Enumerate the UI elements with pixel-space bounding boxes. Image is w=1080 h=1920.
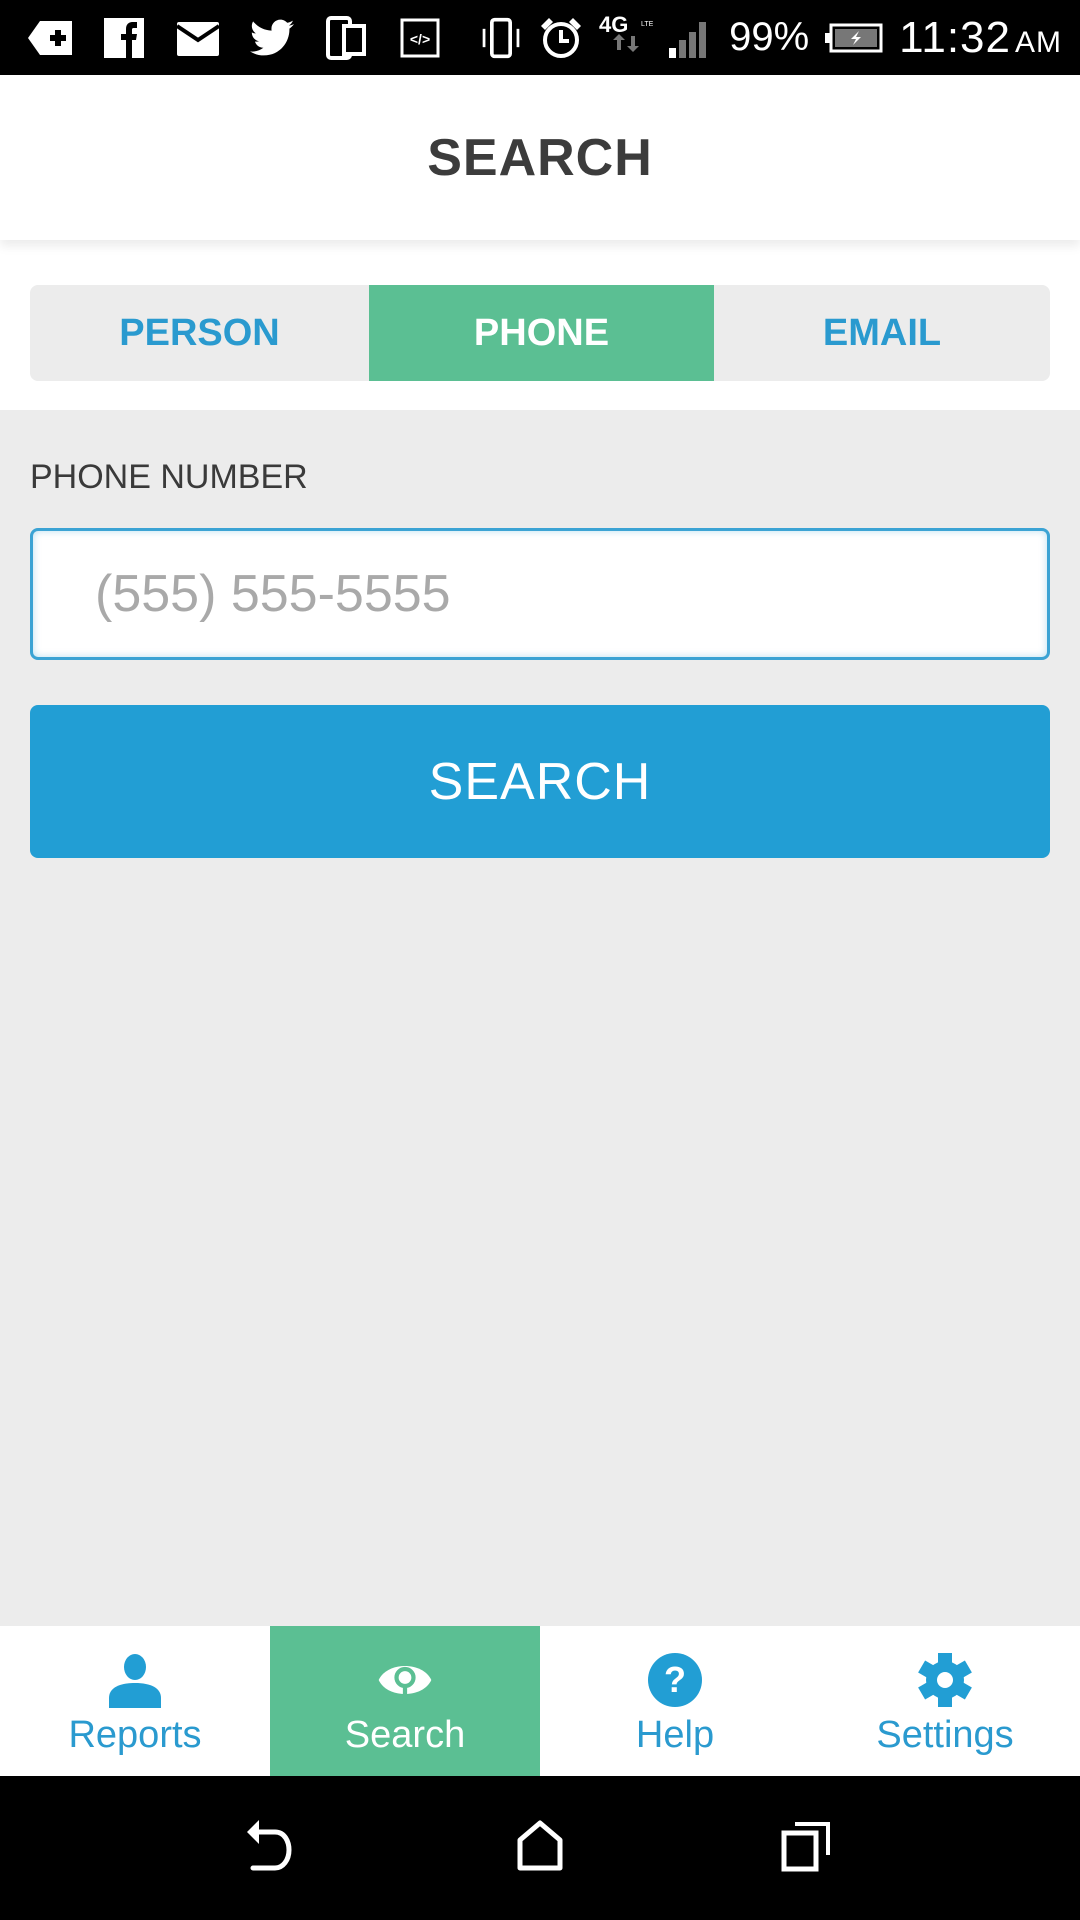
phone-number-label: PHONE NUMBER <box>30 458 308 496</box>
tab-help[interactable]: ? Help <box>540 1626 810 1776</box>
clock-ampm: AM <box>1015 25 1062 59</box>
back-button[interactable] <box>233 1808 313 1888</box>
tab-settings-label: Settings <box>876 1714 1014 1756</box>
screen: </> 4G LTE 99% 11:32 AM SEARCH PERSON PH… <box>0 0 1080 1920</box>
battery-charging-icon <box>825 16 883 60</box>
signal-icon <box>669 16 713 60</box>
tab-phone[interactable]: PHONE <box>369 285 714 381</box>
clock-time: 11:32 <box>899 12 1011 62</box>
tab-person[interactable]: PERSON <box>30 285 369 381</box>
home-icon <box>516 1820 564 1877</box>
svg-text:4G: 4G <box>599 12 628 37</box>
bottom-tab-bar: Reports Search ? Help Settings <box>0 1626 1080 1776</box>
tab-reports-label: Reports <box>68 1714 202 1756</box>
search-type-area: PERSON PHONE EMAIL <box>0 240 1080 410</box>
tab-search-label: Search <box>344 1714 466 1756</box>
recents-icon <box>781 1820 833 1877</box>
svg-text:</>: </> <box>410 31 430 47</box>
eye-search-icon <box>377 1652 433 1708</box>
battery-percent: 99% <box>729 15 810 59</box>
4g-lte-icon: 4G LTE <box>599 12 653 60</box>
add-tag-icon <box>28 16 72 60</box>
vibrate-icon <box>479 16 523 60</box>
search-type-segment: PERSON PHONE EMAIL <box>30 285 1050 381</box>
system-nav-bar <box>0 1776 1080 1920</box>
search-button[interactable]: SEARCH <box>30 705 1050 858</box>
tab-settings[interactable]: Settings <box>810 1626 1080 1776</box>
tab-reports[interactable]: Reports <box>0 1626 270 1776</box>
svg-text:?: ? <box>664 1659 686 1700</box>
home-button[interactable] <box>500 1808 580 1888</box>
back-icon <box>245 1819 301 1877</box>
notification-icons: </> <box>28 15 442 60</box>
app-header: SEARCH <box>0 75 1080 240</box>
phone-number-input[interactable] <box>30 528 1050 660</box>
tab-search[interactable]: Search <box>270 1626 540 1776</box>
mail-icon <box>176 16 220 60</box>
tab-email[interactable]: EMAIL <box>714 285 1050 381</box>
page-title: SEARCH <box>427 128 653 187</box>
status-bar: </> 4G LTE 99% 11:32 AM <box>0 0 1080 75</box>
help-icon: ? <box>647 1652 703 1708</box>
recents-button[interactable] <box>767 1808 847 1888</box>
code-icon: </> <box>398 16 442 60</box>
tab-help-label: Help <box>635 1714 715 1756</box>
system-icons: 4G LTE 99% 11:32 AM <box>479 12 1062 63</box>
facebook-icon <box>102 16 146 60</box>
person-icon <box>107 1652 163 1708</box>
gear-icon <box>917 1652 973 1708</box>
twitter-icon <box>250 16 294 60</box>
svg-text:LTE: LTE <box>641 21 653 28</box>
clock: 11:32 AM <box>899 13 1062 63</box>
devices-icon <box>324 15 368 60</box>
alarm-icon <box>539 16 583 60</box>
